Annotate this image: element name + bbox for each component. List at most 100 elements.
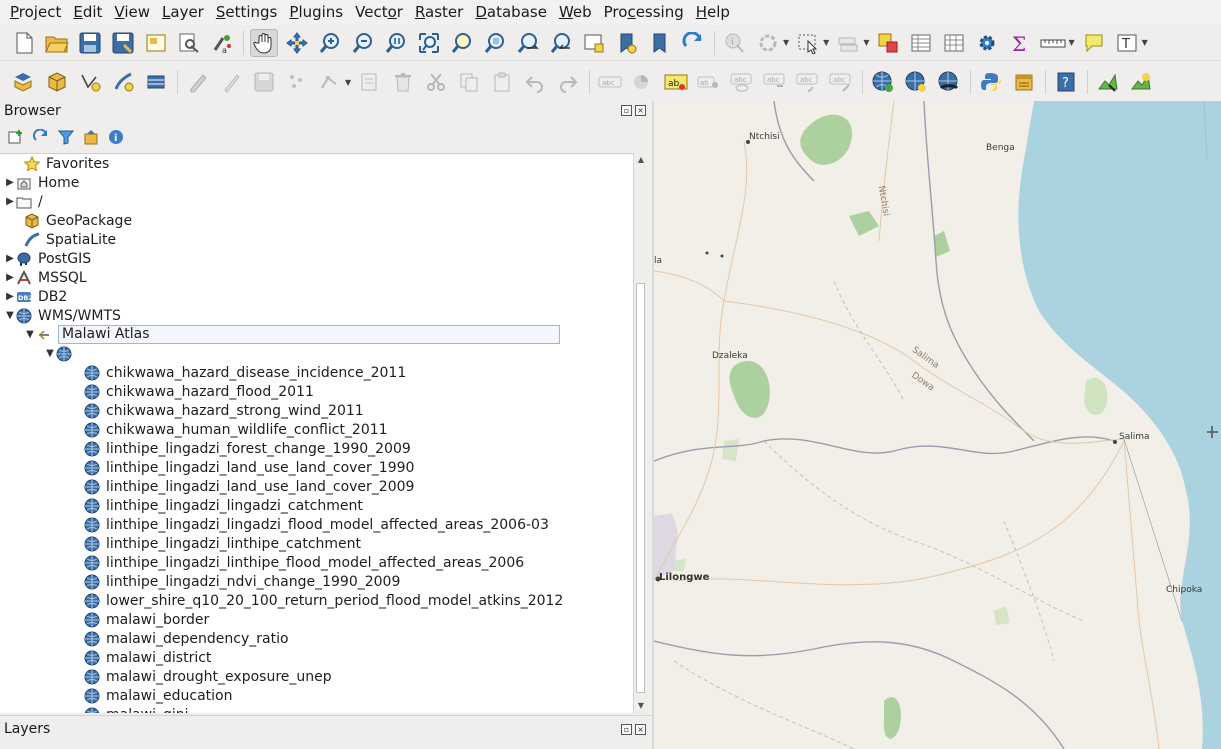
menu-item[interactable]: Plugins [283,0,349,25]
zoom-to-layer-icon[interactable] [481,29,509,57]
refresh-icon[interactable] [679,29,707,57]
scroll-up-icon[interactable]: ▲ [634,153,648,167]
sum-statistics-icon[interactable]: Σ [1006,29,1034,57]
map-canvas[interactable]: Ntchisi Benga Ntchisi la Dzaleka Salima … [654,101,1221,749]
refresh-browser-icon[interactable] [31,127,50,146]
tree-item-wms-layer[interactable]: linthipe_lingadzi_ndvi_change_1990_2009 [84,572,400,591]
close-panel-icon[interactable]: × [635,105,646,116]
expand-arrow-icon[interactable]: ▶ [4,177,16,188]
toolbox-gear-icon[interactable] [973,29,1001,57]
filter-browser-icon[interactable] [56,127,75,146]
zoom-out-icon[interactable] [349,29,377,57]
menu-item[interactable]: Web [553,0,598,25]
add-wcs-layer-icon[interactable] [902,68,930,96]
current-edits-icon[interactable] [184,68,212,96]
zoom-full-icon[interactable] [415,29,443,57]
tree-item-wms-layer[interactable]: linthipe_lingadzi_linthipe_catchment [84,534,361,553]
tree-item-wms[interactable]: ▼ WMS/WMTS [4,306,121,325]
new-print-layout-icon[interactable] [142,29,170,57]
layout-manager-icon[interactable] [175,29,203,57]
tree-item-wms-layer[interactable]: malawi_gini [84,705,189,713]
tree-item-spatialite[interactable]: SpatiaLite [12,230,116,249]
zoom-native-icon[interactable] [382,29,410,57]
new-spatialite-layer-icon[interactable] [109,68,137,96]
add-layers-icon[interactable] [6,127,25,146]
collapse-arrow-icon[interactable]: ▼ [4,310,16,321]
change-label-icon[interactable]: abc [827,68,855,96]
select-features-icon[interactable] [794,29,822,57]
pin-labels-icon[interactable]: ab [695,68,723,96]
new-map-view-icon[interactable] [580,29,608,57]
menu-item[interactable]: View [108,0,156,25]
menu-item[interactable]: Project [4,0,67,25]
paste-features-icon[interactable] [488,68,516,96]
tree-item-wms-layer[interactable]: linthipe_lingadzi_lingadzi_flood_model_a… [84,515,549,534]
pan-map-icon[interactable] [250,28,278,57]
vertex-tool-icon[interactable] [316,68,344,96]
statistics-grid-icon[interactable] [940,29,968,57]
tree-item-favorites[interactable]: Favorites [12,154,109,173]
copy-features-icon[interactable] [455,68,483,96]
delete-selected-icon[interactable] [389,68,417,96]
rotate-label-icon[interactable]: abc [794,68,822,96]
scroll-thumb[interactable] [636,283,645,693]
modify-attributes-icon[interactable] [356,68,384,96]
tree-item-wms-layer[interactable]: chikwawa_hazard_strong_wind_2011 [84,401,364,420]
tree-item-wms-layer[interactable]: linthipe_lingadzi_linthipe_flood_model_a… [84,553,524,572]
expand-arrow-icon[interactable]: ▶ [4,272,16,283]
tree-item-wms-layer[interactable]: linthipe_lingadzi_forest_change_1990_200… [84,439,411,458]
label-tool-icon[interactable]: abc [596,68,624,96]
tree-item-wms-layer[interactable]: malawi_education [84,686,233,705]
scroll-down-icon[interactable]: ▼ [634,699,648,713]
save-as-icon[interactable] [109,29,137,57]
menu-item[interactable]: Layer [156,0,210,25]
show-hide-labels-icon[interactable]: abc [728,68,756,96]
new-bookmark-icon[interactable] [613,29,641,57]
menu-item[interactable]: Help [690,0,736,25]
db-manager-icon[interactable] [1010,68,1038,96]
menu-item[interactable]: Vector [349,0,409,25]
new-virtual-layer-icon[interactable] [142,68,170,96]
collapse-arrow-icon[interactable]: ▼ [24,329,36,340]
tree-item-home[interactable]: ▶ Home [4,173,79,192]
new-geopackage-layer-icon[interactable] [43,68,71,96]
expand-arrow-icon[interactable]: ▶ [4,196,16,207]
tree-item-malawi-atlas[interactable]: ▼ Malawi Atlas [24,325,560,344]
open-project-icon[interactable] [43,29,71,57]
plugin-a-icon[interactable] [1094,68,1122,96]
collapse-all-icon[interactable] [81,127,100,146]
text-annotation-icon[interactable]: T [1113,29,1141,57]
move-label-icon[interactable]: abc [761,68,789,96]
selected-connection-label[interactable]: Malawi Atlas [58,325,560,344]
tree-item-wms-layer[interactable]: linthipe_lingadzi_land_use_land_cover_20… [84,477,414,496]
zoom-last-icon[interactable] [514,29,542,57]
tree-item-mssql[interactable]: ▶ MSSQL [4,268,87,287]
menu-item[interactable]: Raster [409,0,469,25]
identify-icon[interactable]: i [721,29,749,57]
expand-arrow-icon[interactable]: ▶ [4,253,16,264]
help-icon[interactable]: ? [1052,68,1080,96]
float-panel-icon[interactable]: ▫ [621,105,632,116]
menu-item[interactable]: Settings [210,0,284,25]
tree-item-root[interactable]: ▶ / [4,192,43,211]
collapse-arrow-icon[interactable]: ▼ [44,348,56,359]
deselect-all-icon[interactable] [874,29,902,57]
menu-item[interactable]: Processing [598,0,690,25]
expand-arrow-icon[interactable]: ▶ [4,291,16,302]
python-console-icon[interactable] [977,68,1005,96]
tree-item-db2[interactable]: ▶ DB2 DB2 [4,287,67,306]
tree-item-wms-layer[interactable]: chikwawa_hazard_flood_2011 [84,382,314,401]
zoom-next-icon[interactable] [547,29,575,57]
tree-item-layer-group[interactable]: ▼ [44,344,78,363]
close-panel-icon[interactable]: × [635,724,646,735]
pan-to-selection-icon[interactable] [283,29,311,57]
data-source-manager-icon[interactable] [10,68,38,96]
new-shapefile-layer-icon[interactable] [76,68,104,96]
diagram-options-icon[interactable] [629,68,657,96]
menu-item[interactable]: Database [469,0,553,25]
add-wfs-layer-icon[interactable] [935,68,963,96]
undo-icon[interactable] [521,68,549,96]
redo-icon[interactable] [554,68,582,96]
tree-item-wms-layer[interactable]: malawi_district [84,648,211,667]
tree-item-wms-layer[interactable]: malawi_drought_exposure_unep [84,667,332,686]
